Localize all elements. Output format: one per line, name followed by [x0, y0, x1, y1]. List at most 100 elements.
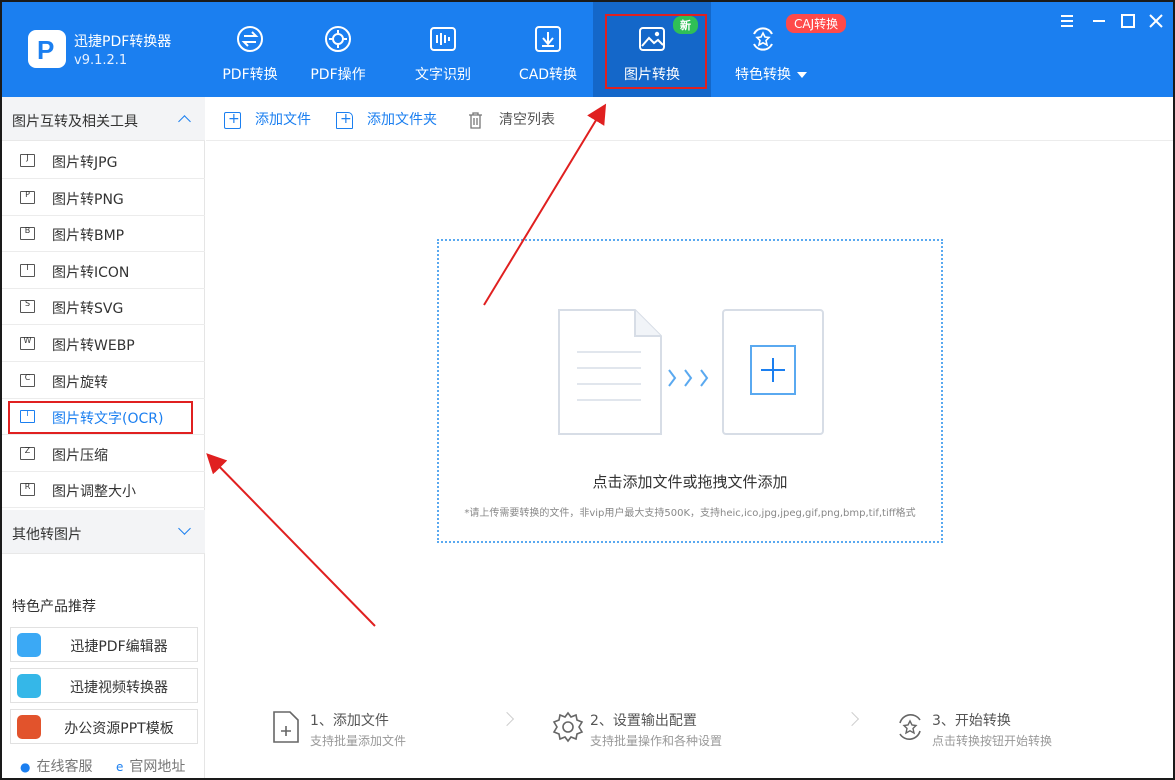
clear-list-label: 清空列表: [499, 112, 555, 128]
add-folder-label: 添加文件夹: [367, 112, 437, 128]
step-subtitle: 点击转换按钮开始转换: [932, 734, 1053, 748]
sidebar-item-label: 图片转文字(OCR): [52, 411, 164, 427]
add-file-label: 添加文件: [255, 112, 311, 128]
online-service-link[interactable]: ● 在线客服: [20, 756, 92, 776]
step-subtitle: 支持批量添加文件: [310, 734, 407, 748]
image-webp-icon: W: [20, 336, 35, 350]
nav-pdf-convert[interactable]: PDF转换: [212, 2, 288, 97]
image-convert-icon: [639, 27, 665, 51]
sidebar-item-to-icon[interactable]: I 图片转ICON: [2, 253, 205, 289]
sidebar: 图片互转及相关工具 J 图片转JPG P 图片转PNG B 图片转BMP I 图…: [2, 97, 205, 778]
new-badge: 新: [673, 16, 698, 34]
nav-cad-convert[interactable]: CAD转换: [508, 2, 588, 97]
nav-label: 文字识别: [415, 67, 471, 83]
recommend-video-converter[interactable]: 迅捷视频转换器: [10, 668, 198, 703]
add-folder-icon: [336, 111, 353, 129]
sidebar-item-to-bmp[interactable]: B 图片转BMP: [2, 216, 205, 252]
sidebar-item-rotate[interactable]: C 图片旋转: [2, 363, 205, 399]
sidebar-item-ocr[interactable]: T 图片转文字(OCR): [2, 399, 205, 435]
website-label: 官网地址: [129, 759, 186, 775]
step-title: 3、开始转换: [932, 713, 1011, 729]
chevron-right-icon: [844, 711, 860, 727]
add-file-button[interactable]: 添加文件: [224, 109, 311, 129]
app-logo: P: [28, 30, 66, 68]
drop-zone-hint: *请上传需要转换的文件，非vip用户最大支持500K，支持heic,ico,jp…: [464, 508, 916, 519]
app-version: v9.1.2.1: [74, 53, 128, 68]
recommend-title: 特色产品推荐: [12, 599, 96, 615]
sidebar-item-label: 图片转JPG: [52, 155, 118, 171]
nav-label: PDF操作: [310, 67, 366, 83]
logo-letter: P: [37, 35, 55, 65]
sidebar-item-to-jpg[interactable]: J 图片转JPG: [2, 143, 205, 179]
sidebar-item-label: 图片转WEBP: [52, 338, 135, 354]
sidebar-item-label: 图片调整大小: [52, 484, 136, 500]
file-drop-zone[interactable]: 点击添加文件或拖拽文件添加 *请上传需要转换的文件，非vip用户最大支持500K…: [437, 239, 943, 543]
sidebar-item-label: 图片转SVG: [52, 301, 124, 317]
step-title: 1、添加文件: [310, 713, 389, 729]
app-name: 迅捷PDF转换器: [74, 34, 172, 50]
image-svg-icon: S: [20, 299, 35, 313]
recommend-pdf-editor[interactable]: 迅捷PDF编辑器: [10, 627, 198, 662]
recommend-label: 迅捷PDF编辑器: [70, 639, 168, 655]
text-recognition-icon: [430, 27, 456, 51]
nav-text-recognition[interactable]: 文字识别: [405, 2, 481, 97]
sidebar-item-compress[interactable]: Z 图片压缩: [2, 436, 205, 472]
image-resize-icon: R: [20, 482, 35, 496]
add-file-icon: [224, 111, 241, 129]
section-title: 图片互转及相关工具: [12, 114, 138, 130]
pdf-operate-icon: [325, 26, 351, 52]
cad-convert-icon: [535, 26, 561, 52]
nav-label: PDF转换: [222, 67, 278, 83]
settings-gear-icon: [552, 711, 584, 743]
nav-image-convert[interactable]: 图片转换 新: [593, 2, 711, 97]
website-link[interactable]: e 官网地址: [116, 756, 185, 776]
toolbar: 添加文件 添加文件夹 清空列表: [206, 97, 1173, 141]
sidebar-item-label: 图片转ICON: [52, 265, 130, 281]
maximize-icon[interactable]: [1117, 10, 1139, 32]
image-bmp-icon: B: [20, 226, 35, 240]
service-icon: ●: [20, 760, 31, 774]
recommend-label: 办公资源PPT模板: [64, 721, 174, 737]
special-convert-icon: [753, 27, 773, 51]
sidebar-item-label: 图片转BMP: [52, 228, 125, 244]
menu-icon[interactable]: [1056, 10, 1078, 32]
nav-label: 特色转换: [728, 64, 814, 84]
recommend-label: 迅捷视频转换器: [70, 680, 168, 696]
image-ocr-icon: T: [20, 409, 35, 423]
caj-badge: CAJ转换: [786, 14, 847, 33]
sidebar-item-to-png[interactable]: P 图片转PNG: [2, 180, 205, 216]
sidebar-item-resize[interactable]: R 图片调整大小: [2, 472, 205, 508]
sidebar-item-label: 图片转PNG: [52, 192, 124, 208]
app-window: P 迅捷PDF转换器 v9.1.2.1 PDF转换 PDF操作 文字识别 CAD…: [0, 0, 1175, 780]
browser-icon: e: [116, 760, 124, 774]
chevron-down-icon: [178, 522, 191, 535]
drop-zone-title: 点击添加文件或拖拽文件添加: [592, 473, 788, 491]
section-title: 其他转图片: [12, 527, 82, 543]
start-convert-icon: [899, 714, 921, 740]
nav-label-text: 特色转换: [735, 67, 791, 83]
recommend-ppt-templates[interactable]: 办公资源PPT模板: [10, 709, 198, 744]
trash-icon: [469, 111, 482, 129]
step-title: 2、设置输出配置: [590, 713, 697, 729]
image-rotate-icon: C: [20, 373, 35, 387]
sidebar-item-to-webp[interactable]: W 图片转WEBP: [2, 326, 205, 362]
section-other-to-image[interactable]: 其他转图片: [2, 510, 205, 554]
nav-pdf-operate[interactable]: PDF操作: [300, 2, 376, 97]
image-png-icon: P: [20, 190, 35, 204]
minimize-icon[interactable]: [1088, 10, 1110, 32]
top-header: P 迅捷PDF转换器 v9.1.2.1 PDF转换 PDF操作 文字识别 CAD…: [2, 2, 1173, 97]
dropdown-caret-icon: [797, 72, 807, 78]
section-image-tools[interactable]: 图片互转及相关工具: [2, 97, 205, 141]
nav-label: CAD转换: [518, 67, 578, 83]
close-icon[interactable]: [1145, 10, 1167, 32]
sidebar-item-label: 图片旋转: [52, 375, 108, 391]
sidebar-item-to-svg[interactable]: S 图片转SVG: [2, 289, 205, 325]
pdf-convert-icon: [237, 26, 263, 52]
step-subtitle: 支持批量操作和各种设置: [590, 734, 723, 748]
image-icon-icon: I: [20, 263, 35, 277]
chevron-right-icon: [499, 711, 515, 727]
clear-list-button[interactable]: 清空列表: [468, 109, 555, 129]
drop-illustration-icon: [558, 309, 824, 435]
image-jpg-icon: J: [20, 153, 35, 167]
add-folder-button[interactable]: 添加文件夹: [336, 109, 437, 129]
